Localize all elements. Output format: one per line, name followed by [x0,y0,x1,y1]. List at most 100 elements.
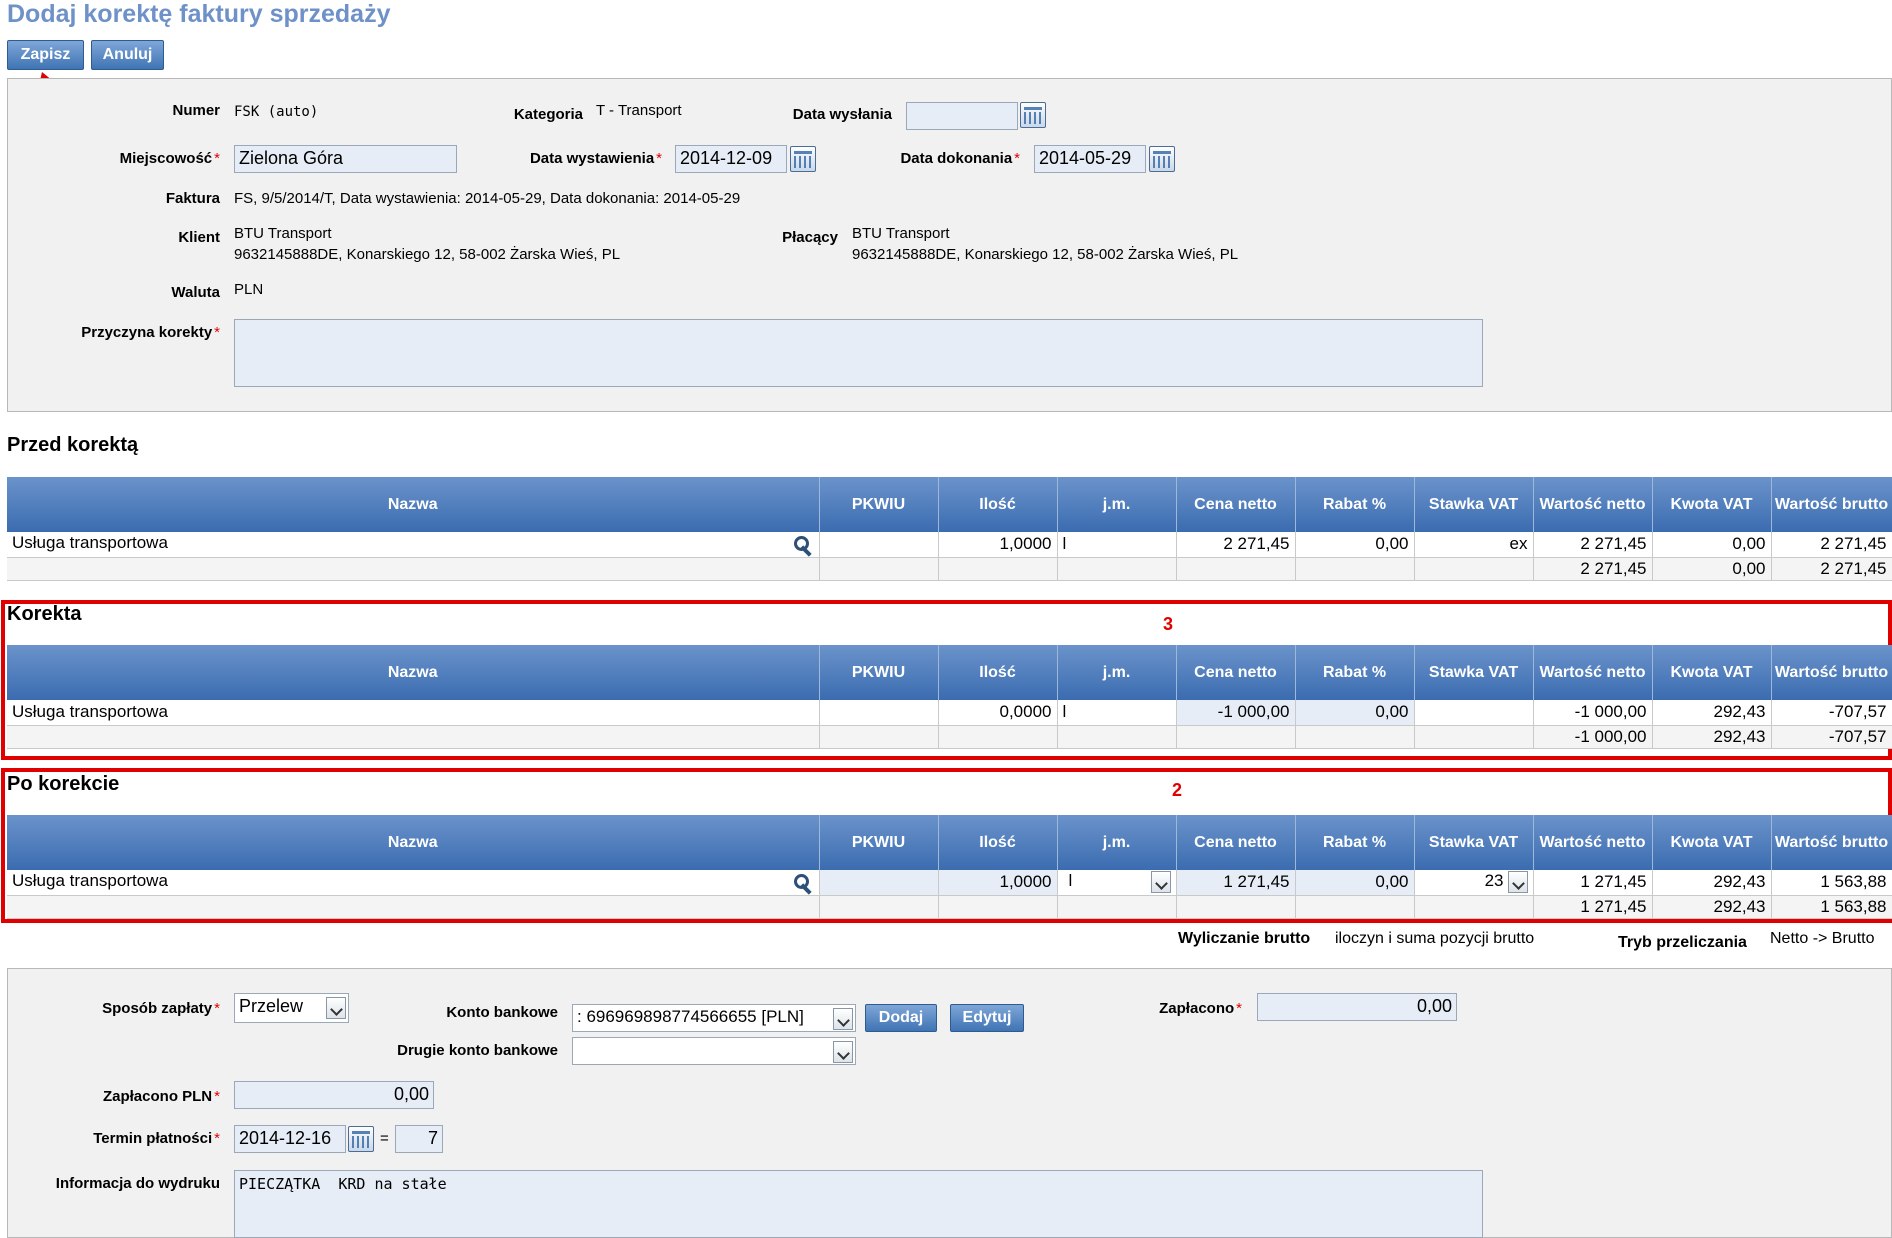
data-dokonania-label: Data dokonania * [900,150,1020,167]
col-ilosc: Ilość [938,815,1058,870]
cell-cena-input[interactable]: -1 000,00 [1176,700,1296,726]
cell-nazwa: Usługa transportowa [7,700,820,726]
calendar-icon[interactable] [790,146,816,172]
cell-jm-select[interactable]: l [1057,870,1177,896]
col-stawka-vat: Stawka VAT [1414,477,1534,532]
tryb-label: Tryb przeliczania [1618,934,1747,951]
col-nazwa: Nazwa [7,477,820,532]
cell-netto: 2 271,45 [1533,532,1653,558]
wyliczanie-value: iloczyn i suma pozycji brutto [1335,930,1535,947]
save-button[interactable]: Zapisz [7,40,84,70]
sum-netto: 2 271,45 [1533,557,1653,581]
col-jm: j.m. [1057,815,1177,870]
cell-ilosc: 0,0000 [938,700,1058,726]
faktura-value: FS, 9/5/2014/T, Data wystawienia: 2014-0… [234,190,741,207]
col-pkwiu: PKWIU [819,645,939,700]
data-wyslania-input[interactable] [906,102,1018,130]
data-wystawienia-input[interactable]: 2014-12-09 [675,145,787,173]
termin-days-input[interactable]: 7 [395,1125,443,1153]
cell-vat-select[interactable]: 23 [1414,870,1534,896]
po-table: Nazwa PKWIU Ilość j.m. Cena netto Rabat … [7,815,1892,919]
sum-netto: 1 271,45 [1533,895,1653,919]
chevron-down-icon[interactable] [833,1041,853,1063]
zaplacono-input[interactable]: 0,00 [1257,993,1457,1021]
section-title-korekta: Korekta [7,603,82,625]
col-wartosc-netto: Wartość netto [1533,815,1653,870]
col-pkwiu: PKWIU [819,477,939,532]
sum-row: 1 271,45 292,43 1 563,88 [7,895,1892,919]
przyczyna-textarea[interactable] [234,319,1483,387]
calendar-icon[interactable] [348,1126,374,1152]
cell-rabat-input[interactable]: 0,00 [1295,700,1415,726]
dodaj-konto-button[interactable]: Dodaj [865,1004,937,1032]
search-key-icon[interactable] [792,872,814,894]
przed-table: Nazwa PKWIU Ilość j.m. Cena netto Rabat … [7,477,1892,581]
waluta-value: PLN [234,281,264,298]
miejscowosc-label: Miejscowość * [119,150,220,167]
wyliczanie-label: Wyliczanie brutto [1178,930,1311,947]
chevron-down-icon[interactable] [1507,871,1528,894]
drugie-konto-label: Drugie konto bankowe [397,1042,558,1059]
col-cena-netto: Cena netto [1176,815,1296,870]
sum-kwota: 0,00 [1652,557,1772,581]
cell-netto: 1 271,45 [1533,870,1653,896]
placacy-name: BTU Transport [852,225,950,242]
cell-pkwiu-input[interactable] [819,870,939,896]
zaplacono-pln-input[interactable]: 0,00 [234,1081,434,1109]
table-row: Usługa transportowa 0,0000 l -1 000,00 0… [7,700,1892,726]
calendar-icon[interactable] [1149,146,1175,172]
annotation-3: 3 [1163,614,1174,634]
col-nazwa: Nazwa [7,815,820,870]
klient-label: Klient [178,229,220,246]
placacy-label: Płacący [782,229,838,246]
cell-netto: -1 000,00 [1533,700,1653,726]
col-rabat: Rabat % [1295,645,1415,700]
sum-brutto: 2 271,45 [1771,557,1892,581]
col-rabat: Rabat % [1295,815,1415,870]
przyczyna-label: Przyczyna korekty * [81,324,220,341]
kategoria-value: T - Transport [596,102,682,119]
sposob-zaplaty-select[interactable]: Przelew [234,993,349,1023]
search-key-icon[interactable] [792,534,814,556]
klient-name: BTU Transport [234,225,332,242]
cell-ilosc: 1,0000 [938,532,1058,558]
data-wystawienia-label: Data wystawienia * [529,150,662,167]
korekta-table: Nazwa PKWIU Ilość j.m. Cena netto Rabat … [7,645,1892,749]
cell-nazwa: Usługa transportowa [7,870,820,896]
annotation-2: 2 [1172,780,1183,800]
termin-platnosci-label: Termin płatności * [93,1130,220,1147]
chevron-down-icon[interactable] [326,997,346,1019]
cell-rabat-input[interactable]: 0,00 [1295,870,1415,896]
informacja-label: Informacja do wydruku [55,1175,220,1192]
cell-brutto: 2 271,45 [1771,532,1892,558]
chevron-down-icon[interactable] [833,1008,853,1030]
cell-kwota: 292,43 [1652,870,1772,896]
data-dokonania-input[interactable]: 2014-05-29 [1034,145,1146,173]
edytuj-konto-button[interactable]: Edytuj [950,1004,1024,1032]
informacja-textarea[interactable]: PIECZĄTKA KRD na stałe [234,1170,1483,1238]
col-ilosc: Ilość [938,645,1058,700]
cell-cena-input[interactable]: 1 271,45 [1176,870,1296,896]
cell-ilosc-input[interactable]: 1,0000 [938,870,1058,896]
calendar-icon[interactable] [1020,102,1046,128]
klient-address: 9632145888DE, Konarskiego 12, 58-002 Żar… [234,246,621,263]
data-wyslania-label: Data wysłania [792,106,892,123]
cell-cena: 2 271,45 [1176,532,1296,558]
drugie-konto-select[interactable] [572,1037,856,1065]
sum-kwota: 292,43 [1652,725,1772,749]
cell-rabat: 0,00 [1295,532,1415,558]
chevron-down-icon[interactable] [1150,871,1171,894]
section-title-przed: Przed korektą [7,434,139,456]
konto-bankowe-select[interactable]: : 696969898774566655 [PLN] [572,1004,856,1032]
cancel-button[interactable]: Anuluj [91,40,164,70]
col-wartosc-netto: Wartość netto [1533,477,1653,532]
termin-platnosci-input[interactable]: 2014-12-16 [234,1125,346,1153]
col-kwota-vat: Kwota VAT [1652,477,1772,532]
section-title-po: Po korekcie [7,773,120,795]
sum-netto: -1 000,00 [1533,725,1653,749]
col-wartosc-brutto: Wartość brutto [1771,477,1892,532]
sposob-zaplaty-label: Sposób zapłaty * [102,1000,220,1017]
col-stawka-vat: Stawka VAT [1414,645,1534,700]
equals-sign: = [380,1130,389,1147]
miejscowosc-input[interactable]: Zielona Góra [234,145,457,173]
